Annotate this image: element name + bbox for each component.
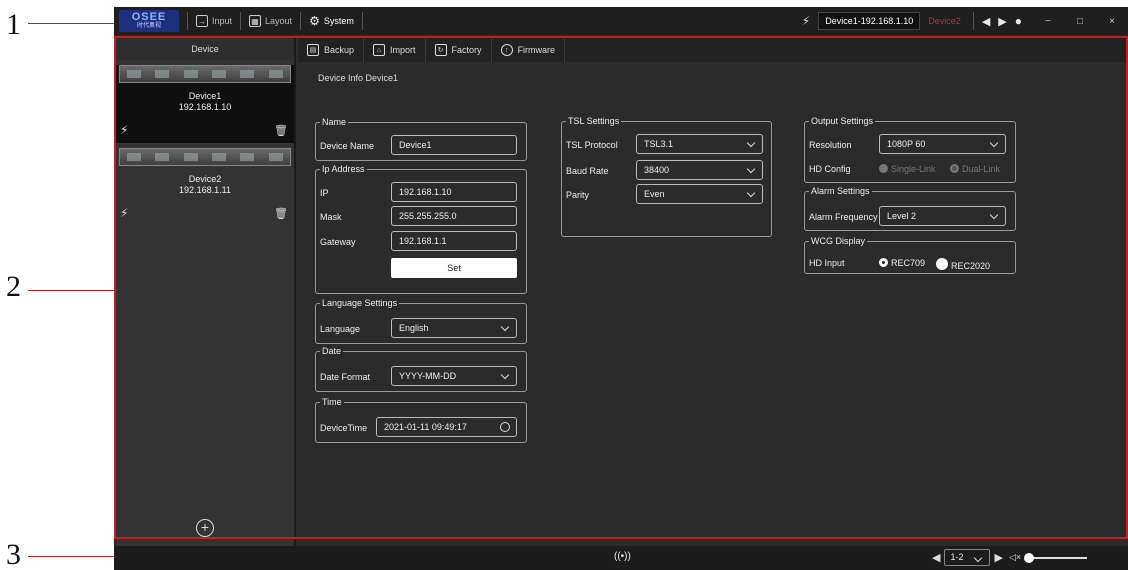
main-area-highlight (114, 36, 1128, 539)
mute-icon[interactable]: ◁× (1009, 552, 1021, 563)
prev-device-icon[interactable]: ◀ (982, 15, 990, 28)
app-logo: OSEE 时代奥视 (119, 10, 179, 32)
system-label: System (323, 16, 354, 26)
logo-text: OSEE (131, 11, 167, 23)
volume-knob[interactable] (1024, 552, 1035, 563)
callout-line-3 (28, 556, 122, 557)
next-device-icon[interactable]: ▶ (998, 15, 1006, 28)
layout-label: Layout (265, 16, 293, 26)
broadcast-icon[interactable]: ((•)) (614, 551, 631, 562)
divider (300, 12, 302, 30)
other-device-chip[interactable]: Device2 (920, 16, 969, 26)
next-page-icon[interactable]: ▶ (994, 551, 1002, 564)
volume-slider[interactable] (1024, 552, 1088, 563)
input-label: Input (212, 16, 233, 26)
status-bar: ((•)) ◀ 1-2 ▶ ◁× (114, 546, 1128, 570)
connection-plug-icon[interactable]: ⚡ (802, 14, 810, 28)
minimize-button[interactable]: − (1032, 16, 1064, 27)
prev-page-icon[interactable]: ◀ (932, 551, 940, 564)
page-select[interactable]: 1-2 (944, 549, 991, 566)
input-menu-button[interactable]: → Input (196, 15, 232, 27)
divider (240, 12, 242, 30)
input-icon: → (196, 15, 208, 27)
layout-menu-button[interactable]: ▦ Layout (249, 15, 292, 27)
top-bar: OSEE 时代奥视 → Input ▦ Layout ⚙ System ⚡ De… (114, 7, 1128, 35)
callout-line-2 (28, 290, 122, 291)
app-window: OSEE 时代奥视 → Input ▦ Layout ⚙ System ⚡ De… (114, 7, 1128, 570)
top-bar-right: ⚡ Device1-192.168.1.10 Device2 ◀ ▶ ● − □… (802, 7, 1128, 35)
current-device-chip[interactable]: Device1-192.168.1.10 (818, 12, 921, 30)
callout-line-1 (28, 23, 114, 24)
callout-number-2: 2 (6, 270, 21, 303)
logo-subtext: 时代奥视 (136, 23, 161, 29)
callout-number-1: 1 (6, 8, 21, 41)
divider (361, 12, 363, 30)
divider (972, 12, 974, 30)
user-icon[interactable]: ● (1015, 14, 1022, 28)
close-button[interactable]: × (1096, 16, 1128, 27)
maximize-button[interactable]: □ (1064, 16, 1096, 27)
page-control: ◀ 1-2 ▶ ◁× (932, 549, 1088, 566)
divider (187, 12, 188, 30)
callout-number-3: 3 (6, 538, 21, 570)
system-menu-button[interactable]: ⚙ System (309, 14, 354, 28)
layout-icon: ▦ (249, 15, 262, 27)
gear-icon: ⚙ (309, 14, 320, 28)
